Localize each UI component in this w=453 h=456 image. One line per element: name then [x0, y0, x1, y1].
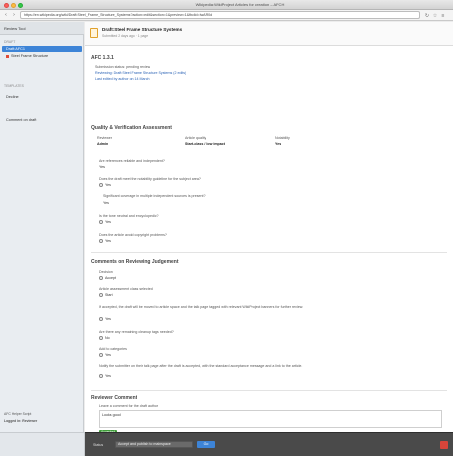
- col-header-quality: Article quality: [185, 136, 207, 140]
- sidebar-footer-user: Logged in: Reviewer: [4, 419, 38, 423]
- reload-icon[interactable]: ↻: [424, 13, 430, 19]
- sidebar-group-draft: Draft: [4, 40, 16, 44]
- document-title: Draft:Steel Frame Structure Systems: [102, 27, 183, 32]
- question-tone: Is the tone neutral and encyclopedic?: [99, 214, 159, 218]
- bookmark-icon[interactable]: ☆: [432, 13, 438, 19]
- col-header-reviewer: Reviewer: [97, 136, 112, 140]
- section-heading-quality: Quality & Verification Assessment: [91, 125, 172, 131]
- answer-tone: Yes: [105, 220, 111, 224]
- comment-textarea[interactable]: Looks good: [99, 410, 442, 428]
- answer-cleanup: No: [105, 336, 110, 340]
- sidebar-item-label: Decline: [6, 95, 19, 99]
- radio-class[interactable]: [99, 293, 103, 297]
- question-references: Are references reliable and independent?: [99, 159, 165, 163]
- radio-categories[interactable]: [99, 353, 103, 357]
- document-header: Draft:Steel Frame Structure Systems Subm…: [85, 22, 453, 46]
- minimize-window-button[interactable]: [11, 3, 16, 8]
- radio-cleanup[interactable]: [99, 336, 103, 340]
- window-titlebar: Wikipedia:WikiProject Articles for creat…: [0, 0, 453, 10]
- question-move: If accepted, the draft will be moved to …: [99, 305, 304, 309]
- question-class: Article assessment class selected: [99, 287, 153, 291]
- flag-icon: [6, 54, 9, 58]
- answer-references: Yes: [99, 165, 105, 169]
- document-icon: [90, 28, 98, 38]
- value-reviewer: Admin: [97, 142, 109, 146]
- answer-decision: Accept: [105, 276, 116, 280]
- answer-notability: Yes: [105, 183, 111, 187]
- question-copyright: Does the article avoid copyright problem…: [99, 233, 167, 237]
- answer-categories: Yes: [105, 353, 111, 357]
- radio-notability[interactable]: [99, 183, 103, 187]
- sidebar-header: Review Tool: [0, 22, 84, 35]
- section-heading-comment: Reviewer Comment: [91, 395, 138, 401]
- menu-icon[interactable]: ≡: [440, 13, 446, 19]
- question-decision: Decision: [99, 270, 113, 274]
- value-quality: Start-class / low impact: [185, 142, 225, 146]
- sidebar-item-label: Draft:AFC1: [6, 47, 25, 51]
- sidebar-item-label: Comment on draft: [6, 118, 37, 122]
- radio-copyright[interactable]: [99, 239, 103, 243]
- question-coverage: Significant coverage in multiple indepen…: [103, 194, 206, 198]
- question-notability: Does the draft meet the notability guide…: [99, 177, 201, 181]
- window-title: Wikipedia:WikiProject Articles for creat…: [195, 2, 285, 7]
- sidebar-item-draft[interactable]: Draft:AFC1: [2, 46, 82, 52]
- radio-tone[interactable]: [99, 220, 103, 224]
- radio-decision[interactable]: [99, 276, 103, 280]
- sidebar-title: Review Tool: [4, 26, 26, 31]
- sidebar-item-steel-frame[interactable]: Steel Frame Structure: [2, 53, 82, 59]
- action-bar: Status Accept and publish to mainspace G…: [85, 432, 453, 456]
- history-link[interactable]: Last edited by author on 14 March: [95, 77, 150, 81]
- main-panel: Draft:Steel Frame Structure Systems Subm…: [85, 22, 453, 435]
- value-notability: Yes: [275, 142, 282, 146]
- maximize-window-button[interactable]: [18, 3, 23, 8]
- question-cleanup: Are there any remaining cleanup tags nee…: [99, 330, 174, 334]
- sidebar-item-decline[interactable]: Decline: [2, 94, 82, 100]
- answer-copyright: Yes: [105, 239, 111, 243]
- address-bar[interactable]: https://en.wikipedia.org/wiki/Draft:Stee…: [20, 11, 420, 19]
- answer-class: Start: [105, 293, 113, 297]
- sidebar-item-comment[interactable]: Comment on draft: [2, 117, 82, 123]
- sidebar-group-templates: Templates: [4, 84, 24, 88]
- section-heading-afc: AFC 1.3.1: [91, 55, 114, 61]
- document-subtitle: Submitted 2 days ago · 1 page: [102, 34, 149, 38]
- browser-toolbar: ‹ › https://en.wikipedia.org/wiki/Draft:…: [0, 10, 453, 21]
- close-panel-icon[interactable]: [440, 441, 448, 449]
- radio-move[interactable]: [99, 317, 103, 321]
- forward-arrow-icon[interactable]: ›: [11, 12, 17, 19]
- action-label: Status: [93, 443, 104, 447]
- col-header-notability: Notability: [275, 136, 290, 140]
- close-window-button[interactable]: [4, 3, 9, 8]
- go-button[interactable]: Go: [197, 441, 215, 448]
- question-categories: Add to categories: [99, 347, 127, 351]
- section-divider: [91, 252, 447, 253]
- comment-text: Looks good: [102, 413, 121, 417]
- section-heading-judgement: Comments on Reviewing Judgement: [91, 259, 179, 265]
- answer-move: Yes: [105, 317, 111, 321]
- sidebar-item-label: Steel Frame Structure: [11, 54, 49, 58]
- back-arrow-icon[interactable]: ‹: [3, 12, 9, 19]
- sidebar: Review Tool Draft Draft:AFC1 Steel Frame…: [0, 22, 84, 432]
- action-select[interactable]: Accept and publish to mainspace: [115, 441, 193, 448]
- section-divider: [91, 390, 447, 391]
- review-link[interactable]: Reviewing: Draft:Steel Frame Structure S…: [95, 71, 186, 75]
- radio-notify[interactable]: [99, 374, 103, 378]
- answer-coverage: Yes: [103, 201, 109, 205]
- comment-label: Leave a comment for the draft author: [99, 404, 159, 408]
- sidebar-footer-title: AFC Helper Script: [4, 412, 32, 416]
- sidebar-bottom: [0, 432, 85, 456]
- status-line: Submission status: pending review: [95, 65, 151, 69]
- browser-tools: ↻ ☆ ≡: [424, 12, 450, 19]
- question-notify: Notify the submitter on their talk page …: [99, 364, 303, 368]
- answer-notify: Yes: [105, 374, 111, 378]
